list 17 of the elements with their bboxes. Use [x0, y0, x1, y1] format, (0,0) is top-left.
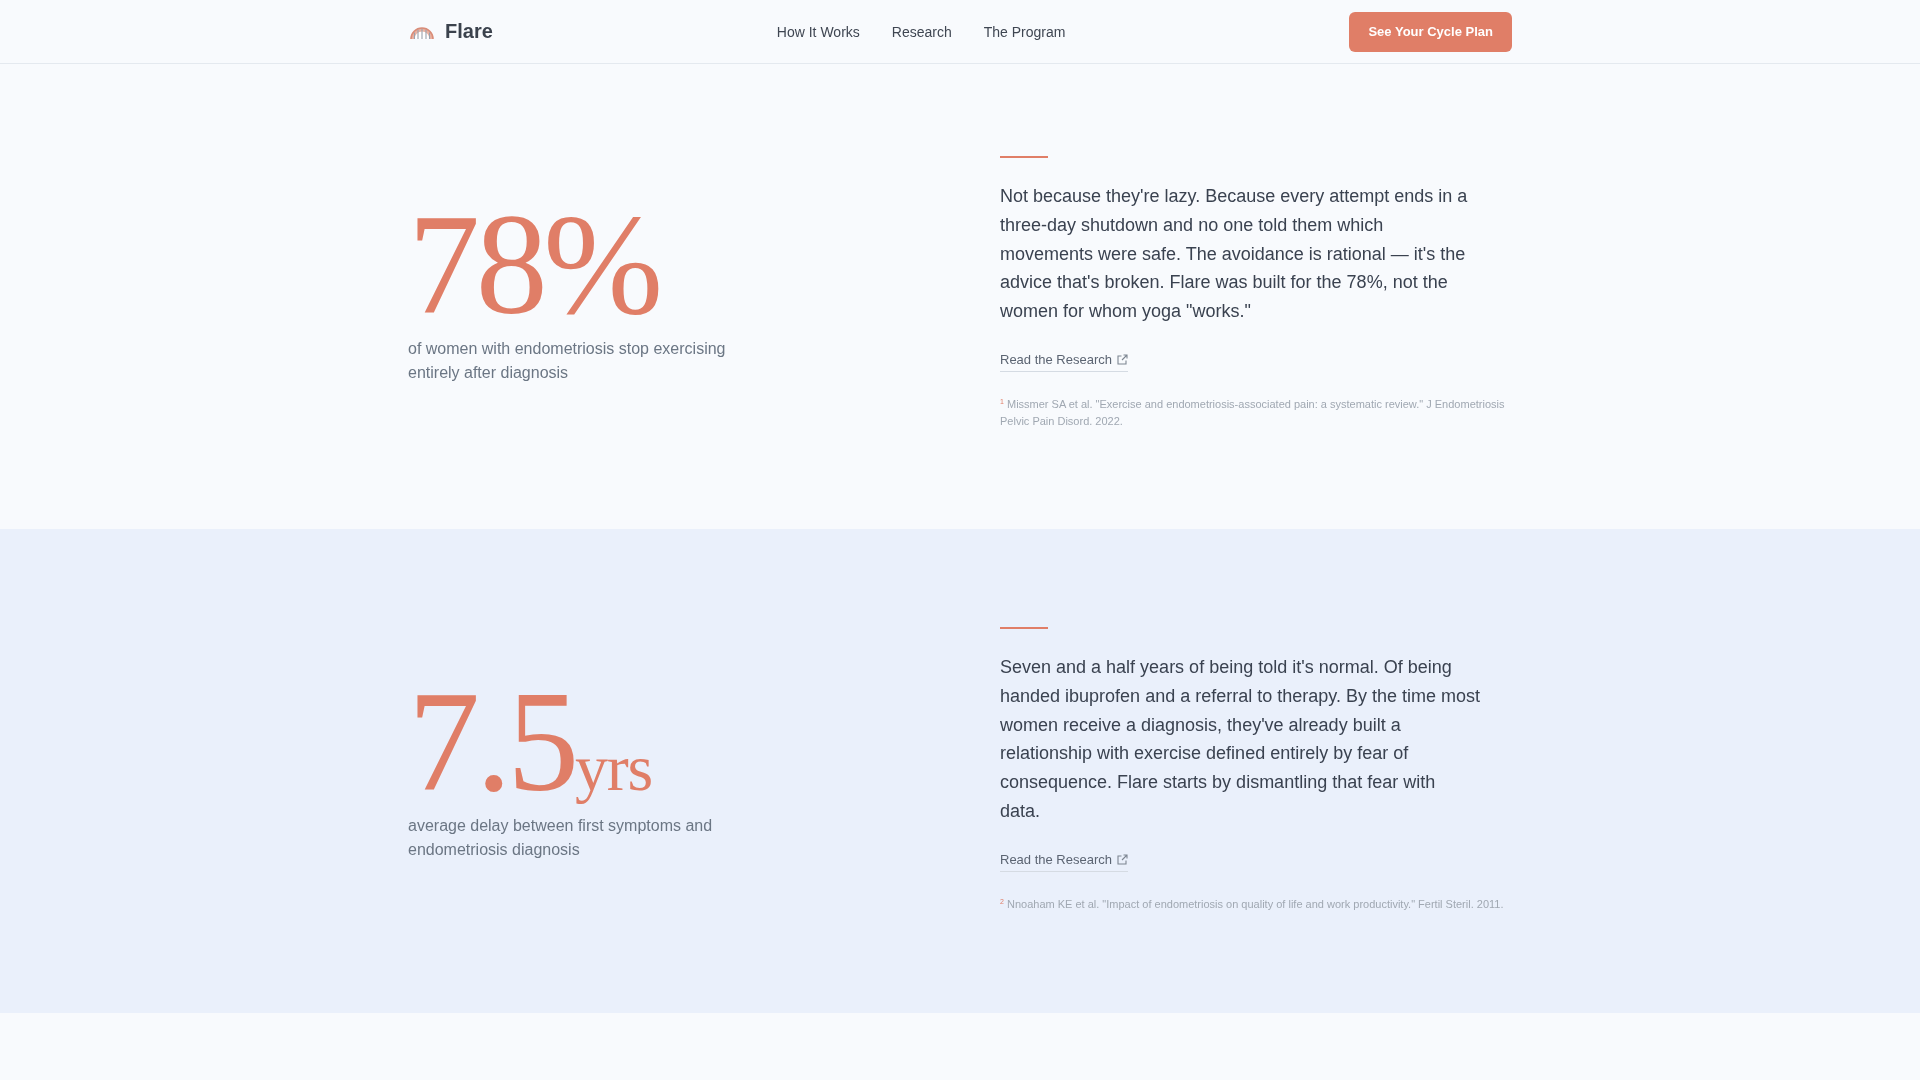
citation-footnote: $^{1}$ Missmer SA et al. "Exercise and endometriosis-associated pain: a systematic review." J Endometriosis Pelvic Pain Disord. 2022. — [1000, 397, 1506, 429]
stat-caption: average delay between first symptoms and endometriosis diagnosis — [408, 815, 714, 860]
stat-caption: of women with endometriosis stop exercising entirely after diagnosis — [408, 339, 727, 383]
nav-link[interactable]: Research — [891, 23, 952, 40]
stat-number: 78% — [408, 193, 659, 337]
stat-unit: yrs — [575, 730, 652, 806]
nav-link[interactable]: How It Works — [776, 23, 860, 40]
external-link-icon — [1117, 354, 1128, 366]
research-link[interactable]: Read the Research — [1000, 851, 1128, 872]
stat-paragraph: Not because they're lazy. Because every attempt ends in a three-day shutdown and no one told them which movements were safe. The avoidance is rational — it's the advice that's broken. Flare was built for the 78%, not the women for whom yoga "works." — [1000, 185, 1469, 324]
research-link[interactable]: Read the Research — [1000, 352, 1128, 372]
stat-paragraph: Seven and a half years of being told it's normal. Of being handed ibuprofen and a referral to therapy. By the time most women receive a diagnosis, they've already built a relationship with exercise defined entirely by fear of consequence. Flare starts by dismantling that fear with data. — [1000, 656, 1480, 823]
stat-number: 7.5 — [408, 669, 576, 814]
citation-footnote: $^{2}$ Nnoaham KE et al. "Impact of endometriosis on quality of life and work productivity." Fertil Steril. 2011. — [1000, 896, 1505, 912]
brand-logo[interactable]: Flare — [408, 20, 493, 43]
nav-link[interactable]: The Program — [983, 23, 1066, 40]
external-link-icon — [1117, 854, 1128, 866]
